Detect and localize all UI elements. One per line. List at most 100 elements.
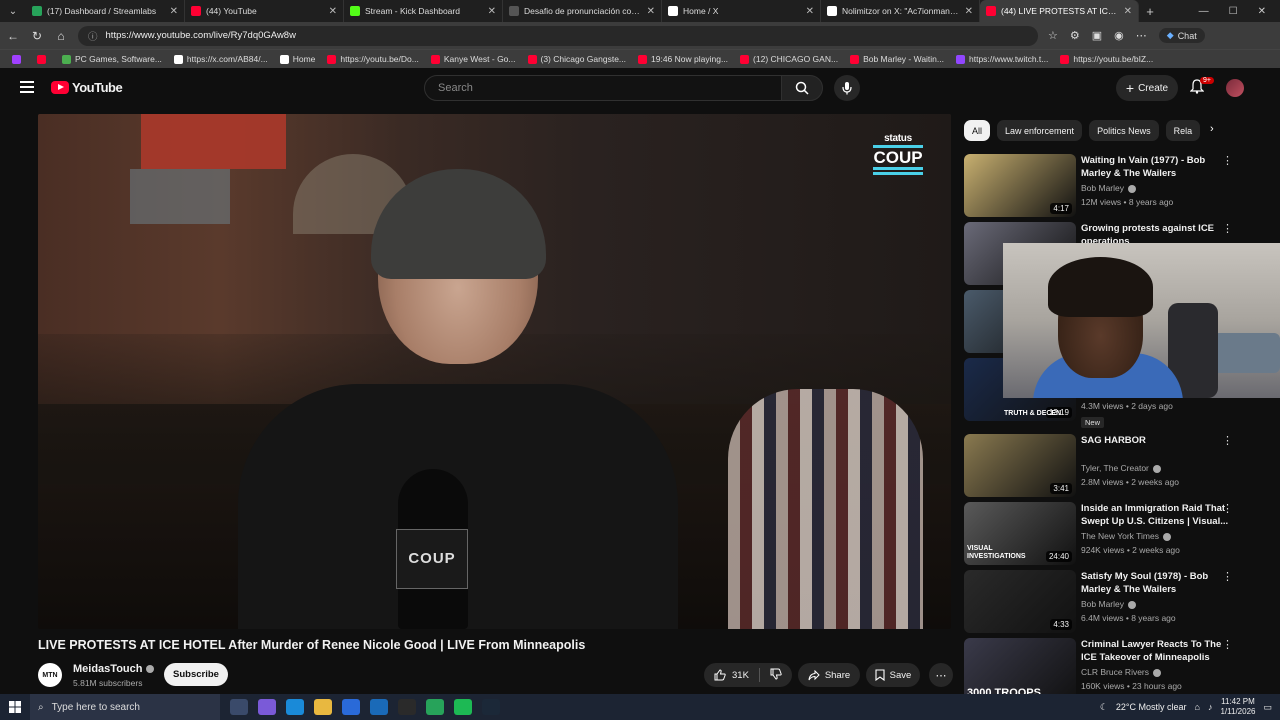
url-field[interactable]: ⓘ https://www.youtube.com/live/Ry7dq0GAw… bbox=[78, 25, 1038, 46]
taskbar-search[interactable]: ⌕ Type here to search bbox=[30, 694, 220, 720]
edge-app-icon[interactable] bbox=[286, 699, 304, 715]
browser-tab[interactable]: Desafio de pronunciación con ac ✕ bbox=[503, 0, 662, 22]
close-tab-icon[interactable]: ✕ bbox=[965, 6, 973, 17]
recommended-channel[interactable]: CLR Bruce Rivers bbox=[1081, 667, 1162, 677]
youtube-logo[interactable]: YouTube bbox=[51, 80, 123, 95]
video-thumbnail[interactable]: 3:41 bbox=[964, 434, 1076, 497]
close-tab-icon[interactable]: ✕ bbox=[170, 6, 178, 17]
like-button[interactable]: 31K bbox=[704, 668, 760, 682]
copilot-app-icon[interactable] bbox=[258, 699, 276, 715]
bookmark-item[interactable] bbox=[6, 54, 31, 64]
bookmark-item[interactable]: https://www.twitch.t... bbox=[950, 54, 1054, 64]
video-thumbnail[interactable]: 3000 TROOPS bbox=[964, 638, 1076, 701]
home-icon[interactable]: ⌂ bbox=[54, 29, 68, 43]
volume-icon[interactable]: ♪ bbox=[1208, 702, 1213, 712]
voice-search-button[interactable] bbox=[834, 75, 860, 101]
bookmark-item[interactable] bbox=[31, 54, 56, 64]
recommended-channel[interactable]: Tyler, The Creator bbox=[1081, 463, 1161, 473]
video-options-icon[interactable]: ⋮ bbox=[1222, 154, 1233, 167]
chips-next-icon[interactable]: › bbox=[1210, 123, 1214, 135]
filter-chip[interactable]: All bbox=[964, 120, 991, 141]
refresh-icon[interactable]: ↻ bbox=[30, 29, 44, 43]
recommended-video[interactable]: 4:17 Waiting In Vain (1977) - Bob Marley … bbox=[964, 154, 1264, 218]
streamlabs-app-icon[interactable] bbox=[426, 699, 444, 715]
recommended-video[interactable]: 3000 TROOPS Criminal Lawyer Reacts To The… bbox=[964, 638, 1264, 702]
recommended-title[interactable]: SAG HARBOR bbox=[1081, 434, 1236, 447]
recommended-channel[interactable]: The New York Times bbox=[1081, 531, 1171, 541]
account-avatar[interactable] bbox=[1226, 79, 1244, 97]
bookmark-item[interactable]: PC Games, Software... bbox=[56, 54, 168, 64]
bookmark-item[interactable]: Home bbox=[274, 54, 322, 64]
site-info-icon[interactable]: ⓘ bbox=[88, 29, 98, 43]
close-tab-icon[interactable]: ✕ bbox=[1124, 6, 1132, 17]
minimize-icon[interactable]: — bbox=[1199, 6, 1209, 17]
spotify-app-icon[interactable] bbox=[454, 699, 472, 715]
browser-tab[interactable]: (17) Dashboard / Streamlabs ✕ bbox=[26, 0, 185, 22]
recommended-channel[interactable]: Bob Marley bbox=[1081, 183, 1136, 193]
video-options-icon[interactable]: ⋮ bbox=[1222, 570, 1233, 583]
new-tab-button[interactable]: + bbox=[1139, 4, 1161, 19]
close-tab-icon[interactable]: ✕ bbox=[488, 6, 496, 17]
bookmark-item[interactable]: https://x.com/AB84/... bbox=[168, 54, 274, 64]
start-button[interactable] bbox=[0, 694, 30, 720]
save-button[interactable]: Save bbox=[866, 663, 920, 687]
video-options-icon[interactable]: ⋮ bbox=[1222, 434, 1233, 447]
recommended-video[interactable]: 3:41 SAG HARBOR Tyler, The Creator 2.8M vie… bbox=[964, 434, 1264, 498]
recommended-title[interactable]: Waiting In Vain (1977) - Bob Marley & Th… bbox=[1081, 154, 1236, 180]
filter-chip[interactable]: Rela bbox=[1165, 120, 1201, 141]
file-explorer-icon[interactable] bbox=[314, 699, 332, 715]
video-thumbnail[interactable]: 24:40 VISUAL INVESTIGATIONS bbox=[964, 502, 1076, 565]
obs-app-icon[interactable] bbox=[398, 699, 416, 715]
subscribe-button[interactable]: Subscribe bbox=[164, 663, 228, 686]
maximize-icon[interactable]: ☐ bbox=[1229, 6, 1238, 17]
weather-text[interactable]: 22°C Mostly clear bbox=[1116, 702, 1187, 712]
recommended-title[interactable]: Inside an Immigration Raid That Swept Up… bbox=[1081, 502, 1236, 528]
close-tab-icon[interactable]: ✕ bbox=[647, 6, 655, 17]
collections-icon[interactable]: ▣ bbox=[1092, 29, 1102, 42]
recommended-video[interactable]: 24:40 VISUAL INVESTIGATIONS Inside an Immi… bbox=[964, 502, 1264, 566]
browser-tab[interactable]: Home / X ✕ bbox=[662, 0, 821, 22]
channel-name[interactable]: MeidasTouch bbox=[73, 663, 155, 675]
search-input[interactable]: Search bbox=[424, 75, 782, 101]
share-button[interactable]: Share bbox=[798, 663, 860, 687]
video-options-icon[interactable]: ⋮ bbox=[1222, 638, 1233, 651]
browser-tab[interactable]: Stream - Kick Dashboard ✕ bbox=[344, 0, 503, 22]
menu-hamburger-icon[interactable] bbox=[20, 81, 34, 93]
menu-icon[interactable]: ⋯ bbox=[1136, 29, 1147, 42]
bookmark-item[interactable]: (12) CHICAGO GAN... bbox=[734, 54, 844, 64]
more-actions-button[interactable]: ⋯ bbox=[929, 663, 953, 687]
extensions-icon[interactable]: ⚙ bbox=[1070, 29, 1080, 42]
network-icon[interactable]: ⌂ bbox=[1195, 702, 1200, 712]
favorite-icon[interactable]: ☆ bbox=[1048, 29, 1058, 42]
bookmark-item[interactable]: https://youtu.be/Do... bbox=[321, 54, 424, 64]
recommended-title[interactable]: Satisfy My Soul (1978) - Bob Marley & Th… bbox=[1081, 570, 1236, 596]
recommended-channel[interactable]: Bob Marley bbox=[1081, 599, 1136, 609]
filter-chip[interactable]: Law enforcement bbox=[997, 120, 1083, 141]
bookmark-item[interactable]: Kanye West - Go... bbox=[425, 54, 522, 64]
outlook-app-icon[interactable] bbox=[370, 699, 388, 715]
video-player[interactable]: COUP status COUP bbox=[38, 114, 951, 629]
video-thumbnail[interactable]: 4:33 bbox=[964, 570, 1076, 633]
bookmark-item[interactable]: Bob Marley - Waitin... bbox=[844, 54, 950, 64]
browser-tab[interactable]: Nolimitzor on X: "Ac7ionman's c ✕ bbox=[821, 0, 980, 22]
browser-tab[interactable]: (44) LIVE PROTESTS AT ICE H ✕ bbox=[980, 0, 1139, 22]
close-window-icon[interactable]: ✕ bbox=[1258, 6, 1266, 17]
steam-app-icon[interactable] bbox=[482, 699, 500, 715]
chat-button[interactable]: ◆ Chat bbox=[1158, 28, 1205, 43]
back-icon[interactable]: ← bbox=[6, 29, 20, 43]
filter-chip[interactable]: Politics News bbox=[1089, 120, 1159, 141]
profile-icon[interactable]: ◉ bbox=[1114, 29, 1124, 42]
bookmark-item[interactable]: (3) Chicago Gangste... bbox=[522, 54, 633, 64]
close-tab-icon[interactable]: ✕ bbox=[329, 6, 337, 17]
store-app-icon[interactable] bbox=[342, 699, 360, 715]
close-tab-icon[interactable]: ✕ bbox=[806, 6, 814, 17]
browser-tab[interactable]: (44) YouTube ✕ bbox=[185, 0, 344, 22]
recommended-video[interactable]: 4:33 Satisfy My Soul (1978) - Bob Marley … bbox=[964, 570, 1264, 634]
dislike-button[interactable] bbox=[760, 668, 782, 683]
notification-center-icon[interactable]: ▭ bbox=[1263, 702, 1272, 713]
video-thumbnail[interactable]: 4:17 bbox=[964, 154, 1076, 217]
tab-search-icon[interactable]: ⌄ bbox=[0, 0, 26, 22]
bookmark-item[interactable]: 19:46 Now playing... bbox=[632, 54, 734, 64]
video-options-icon[interactable]: ⋮ bbox=[1222, 502, 1233, 515]
recommended-title[interactable]: Criminal Lawyer Reacts To The ICE Takeov… bbox=[1081, 638, 1236, 664]
